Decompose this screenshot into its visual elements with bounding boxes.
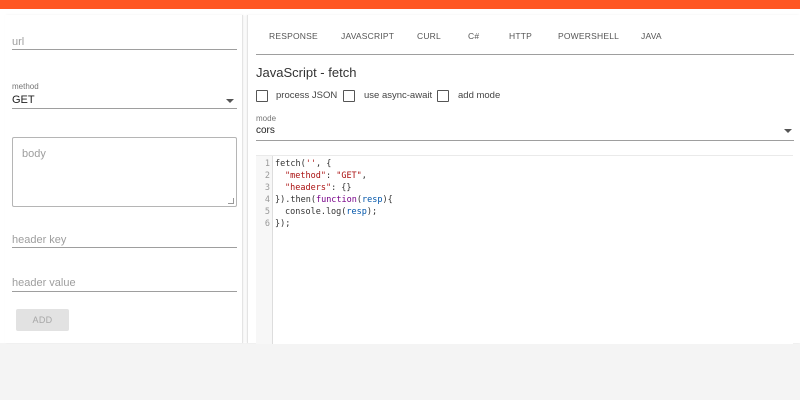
code-line: fetch('', { (275, 159, 332, 169)
tab-response[interactable]: RESPONSE (269, 31, 318, 41)
process-json-checkbox[interactable] (256, 90, 268, 102)
tab-http[interactable]: HTTP (509, 31, 532, 41)
async-await-label[interactable]: use async-await (364, 90, 432, 101)
language-tabs: RESPONSE JAVASCRIPT CURL C# HTTP POWERSH… (256, 15, 794, 55)
code-line: "method": "GET", (285, 171, 367, 181)
line-number-gutter: 1 2 3 4 5 6 (256, 156, 273, 344)
process-json-label[interactable]: process JSON (276, 90, 337, 101)
request-form-panel: url method GET body header key header va… (5, 15, 243, 343)
resize-handle-icon[interactable] (228, 198, 234, 204)
mode-select-underline (256, 140, 794, 141)
code-line: console.log(resp); (285, 207, 378, 217)
line-number: 6 (264, 219, 270, 229)
line-number: 4 (264, 195, 270, 205)
header-key-underline (12, 247, 237, 248)
add-mode-checkbox[interactable] (437, 90, 449, 102)
add-header-button[interactable]: ADD (16, 309, 69, 331)
mode-select[interactable]: cors (256, 125, 275, 136)
add-mode-label[interactable]: add mode (458, 90, 500, 101)
method-select-underline (12, 108, 237, 109)
code-line: "headers": {} (285, 183, 352, 193)
code-content[interactable]: fetch('', { "method": "GET", "headers": … (273, 156, 793, 344)
line-number: 5 (264, 207, 270, 217)
header-value-underline (12, 291, 237, 292)
code-line: }); (275, 219, 291, 229)
code-editor[interactable]: 1 2 3 4 5 6 fetch('', { "method": "GET",… (256, 155, 793, 344)
chevron-down-icon[interactable] (226, 99, 234, 103)
async-await-checkbox[interactable] (343, 90, 355, 102)
code-line: }).then(function(resp){ (275, 195, 393, 205)
top-accent-bar (0, 0, 800, 9)
chevron-down-icon[interactable] (784, 129, 792, 133)
mode-label: mode (256, 114, 277, 123)
url-input-underline (12, 49, 237, 50)
tab-javascript[interactable]: JAVASCRIPT (341, 31, 394, 41)
snippet-title: JavaScript - fetch (256, 65, 357, 80)
header-key-input[interactable]: header key (12, 234, 66, 246)
line-number: 3 (264, 183, 270, 193)
tab-csharp[interactable]: C# (468, 31, 479, 41)
tab-java[interactable]: JAVA (641, 31, 662, 41)
body-textarea[interactable]: body (12, 137, 237, 207)
tab-powershell[interactable]: POWERSHELL (558, 31, 619, 41)
url-input[interactable]: url (12, 36, 24, 48)
line-number: 2 (264, 171, 270, 181)
header-value-input[interactable]: header value (12, 277, 76, 289)
line-number: 1 (264, 159, 270, 169)
method-select[interactable]: GET (12, 94, 35, 106)
snippet-panel: RESPONSE JAVASCRIPT CURL C# HTTP POWERSH… (247, 15, 800, 344)
body-placeholder: body (22, 148, 46, 160)
tab-curl[interactable]: CURL (417, 31, 441, 41)
method-label: method (12, 82, 39, 91)
